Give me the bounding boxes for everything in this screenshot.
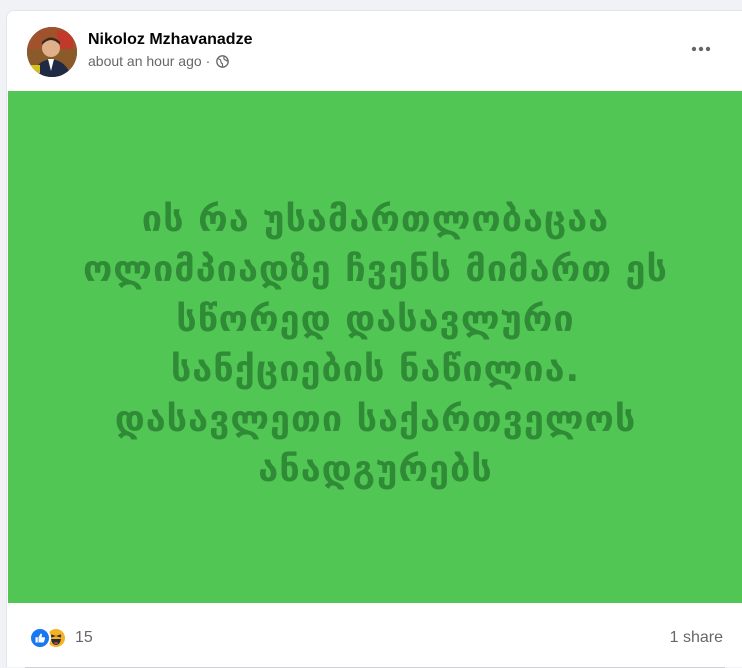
like-icon xyxy=(29,627,51,649)
post-card: Nikoloz Mzhavanadze about an hour ago · … xyxy=(6,10,742,668)
post-text-banner[interactable]: ის რა უსამართლობაცაა ოლიმპიადზე ჩვენს მი… xyxy=(8,91,742,603)
post-header: Nikoloz Mzhavanadze about an hour ago · xyxy=(7,11,742,91)
meta-separator: · xyxy=(205,53,211,69)
banner-line: ანადგურებს xyxy=(258,449,493,490)
author-name[interactable]: Nikoloz Mzhavanadze xyxy=(88,31,252,49)
banner-line: ოლიმპიადზე ჩვენს მიმართ ეს xyxy=(82,249,668,290)
post-meta: about an hour ago · xyxy=(88,53,230,69)
banner-line: სწორედ დასავლური xyxy=(176,299,575,340)
banner-text: ის რა უსამართლობაცაა ოლიმპიადზე ჩვენს მი… xyxy=(56,195,696,495)
avatar-photo xyxy=(27,27,77,77)
share-count[interactable]: 1 share xyxy=(670,629,723,647)
globe-icon[interactable] xyxy=(216,54,230,68)
banner-line: ის რა უსამართლობაცაა xyxy=(141,199,610,240)
reaction-count: 15 xyxy=(75,629,93,646)
post-timestamp[interactable]: about an hour ago xyxy=(88,53,202,69)
more-options-icon[interactable] xyxy=(689,37,713,61)
banner-line: დასავლეთი საქართველოს xyxy=(114,399,637,440)
author-avatar[interactable] xyxy=(27,27,77,77)
post-footer: 15 1 share xyxy=(7,603,742,668)
banner-line: სანქციების ნაწილია. xyxy=(170,349,581,390)
reactions-summary[interactable]: 15 xyxy=(29,627,93,649)
